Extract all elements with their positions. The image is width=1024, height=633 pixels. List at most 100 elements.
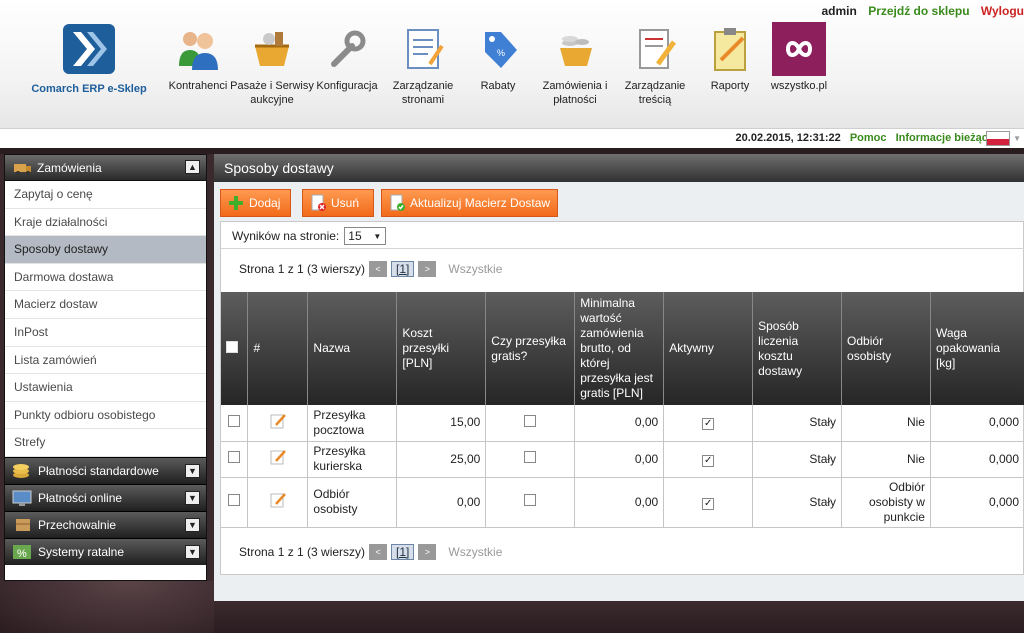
header-hash: #	[247, 292, 309, 405]
nav-zamowienia-platnosci[interactable]: Zamówienia i płatności	[531, 22, 619, 107]
box-icon	[16, 518, 30, 531]
language-dropdown-icon[interactable]: ▼	[1013, 134, 1021, 143]
prev-page-button[interactable]: <	[369, 261, 388, 277]
cell-free	[485, 405, 576, 442]
coins-basket-icon	[548, 22, 602, 76]
sidebar-section-zamowienia[interactable]: Zamówienia ▲	[5, 155, 206, 181]
cell-pickup: Odbiór osobisty w punkcie	[841, 477, 931, 528]
per-page-value: 15	[348, 229, 362, 243]
update-matrix-button[interactable]: Aktualizuj Macierz Dostaw	[381, 189, 558, 217]
cell-free	[485, 477, 576, 528]
table-header-row: # Nazwa Koszt przesyłki [PLN] Czy przesy…	[221, 292, 1024, 405]
news-link[interactable]: Informacje bieżące	[896, 132, 994, 144]
auction-basket-icon	[245, 22, 299, 76]
sidebar-section-systemy-ratalne[interactable]: % Systemy ratalne ▼	[5, 537, 206, 565]
delete-button-label: Usuń	[331, 196, 360, 210]
sidebar-item-darmowa[interactable]: Darmowa dostawa	[5, 263, 206, 292]
sidebar-item-inpost[interactable]: InPost	[5, 318, 206, 347]
header-active[interactable]: Aktywny	[663, 292, 754, 405]
expand-icon[interactable]: ▼	[185, 517, 200, 532]
delete-button[interactable]: Usuń	[302, 189, 374, 217]
sidebar-section-przechowalnie[interactable]: Przechowalnie ▼	[5, 510, 206, 538]
delete-doc-icon	[311, 194, 326, 211]
sidebar-item-sposoby-dostawy[interactable]: Sposoby dostawy	[5, 236, 206, 264]
page-edit-icon	[396, 22, 450, 76]
nav-label: wszystko.pl	[770, 80, 828, 92]
sidebar-item-lista-zamowien[interactable]: Lista zamówień	[5, 346, 206, 375]
wrench-icon	[320, 22, 374, 76]
row-select-cell	[221, 477, 249, 528]
help-link[interactable]: Pomoc	[850, 132, 887, 144]
svg-text:%: %	[497, 48, 505, 58]
background-decoration	[0, 581, 214, 633]
edit-cell	[247, 405, 309, 442]
row-select-cell	[221, 441, 249, 478]
sidebar-section-platnosci-online[interactable]: Płatności online ▼	[5, 483, 206, 511]
expand-icon[interactable]: ▼	[185, 490, 200, 505]
next-page-button[interactable]: >	[418, 261, 437, 277]
logout-link[interactable]: Wylogu	[981, 4, 1024, 18]
header-min-value[interactable]: Minimalna wartość zamówienia brutto, od …	[574, 292, 665, 405]
header-pickup[interactable]: Odbiór osobisty	[841, 292, 931, 405]
edit-cell	[247, 477, 309, 528]
sidebar-item-zapytaj[interactable]: Zapytaj o cenę	[5, 181, 206, 209]
update-matrix-label: Aktualizuj Macierz Dostaw	[410, 196, 551, 210]
go-to-shop-link[interactable]: Przejdź do sklepu	[868, 4, 969, 18]
page-title: Sposoby dostawy	[214, 154, 1024, 182]
nav-konfiguracja[interactable]: Konfiguracja	[303, 22, 391, 93]
table-row: Odbiór osobisty 0,00 0,00 ✓ Stały Odbiór…	[221, 477, 1024, 528]
sidebar-item-strefy[interactable]: Strefy	[5, 429, 206, 457]
row-checkbox[interactable]	[228, 451, 241, 463]
row-checkbox[interactable]	[228, 414, 241, 427]
header-free[interactable]: Czy przesyłka gratis?	[485, 292, 576, 405]
show-all-link[interactable]: Wszystkie	[448, 262, 502, 276]
row-checkbox[interactable]	[228, 494, 241, 506]
top-header: admin Przejdź do sklepu Wylogu Comarch E…	[0, 0, 1024, 128]
sidebar-section-label: Zamówienia	[37, 160, 102, 175]
collapse-icon[interactable]: ▲	[185, 160, 200, 174]
free-checkbox	[524, 494, 537, 506]
add-button[interactable]: Dodaj	[220, 189, 291, 217]
comarch-logo-icon	[63, 24, 115, 74]
sidebar-section-platnosci-standardowe[interactable]: Płatności standardowe ▼	[5, 456, 206, 484]
next-page-button[interactable]: >	[418, 544, 437, 560]
header-method[interactable]: Sposób liczenia kosztu dostawy	[752, 292, 843, 405]
header-cost[interactable]: Koszt przesyłki [PLN]	[396, 292, 487, 405]
edit-icon[interactable]	[269, 412, 287, 430]
discount-tag-icon: %	[471, 22, 525, 76]
shipping-truck-icon	[14, 163, 31, 175]
page-1-link[interactable]: [1]	[391, 544, 415, 560]
sidebar-item-macierz[interactable]: Macierz dostaw	[5, 291, 206, 319]
edit-icon[interactable]	[269, 491, 287, 509]
sidebar-section-label: Systemy ratalne	[38, 544, 125, 559]
per-page-select[interactable]: 15 ▼	[344, 227, 387, 245]
nav-label: Rabaty	[480, 80, 516, 92]
plus-icon	[229, 196, 243, 210]
select-all-checkbox[interactable]	[226, 340, 238, 353]
cell-weight: 0,000	[930, 477, 1024, 528]
sidebar-item-ustawienia[interactable]: Ustawienia	[5, 374, 206, 402]
header-weight[interactable]: Waga opakowania [kg]	[930, 292, 1024, 405]
sidebar-item-punkty-odbioru[interactable]: Punkty odbioru osobistego	[5, 401, 206, 430]
expand-icon[interactable]: ▼	[185, 463, 200, 478]
nav-label: Zamówienia i płatności	[542, 80, 608, 106]
pl-flag-icon[interactable]	[986, 131, 1010, 146]
prev-page-button[interactable]: <	[369, 544, 388, 560]
results-panel: Wyników na stronie: 15 ▼ Strona 1 z 1 (3 …	[220, 221, 1024, 575]
active-checkbox: ✓	[702, 497, 715, 510]
show-all-link[interactable]: Wszystkie	[448, 545, 502, 559]
info-bar: 20.02.2015, 12:31:22 Pomoc Informacje bi…	[0, 128, 1024, 148]
nav-rabaty[interactable]: % Rabaty	[454, 22, 542, 93]
comarch-logo[interactable]: Comarch ERP e-Sklep	[30, 22, 148, 95]
cell-free	[485, 441, 576, 478]
sidebar-item-kraje[interactable]: Kraje działalności	[5, 208, 206, 237]
edit-icon[interactable]	[269, 448, 287, 466]
percent-icon: %	[13, 544, 31, 560]
expand-icon[interactable]: ▼	[185, 544, 200, 559]
active-checkbox: ✓	[702, 418, 715, 431]
header-name[interactable]: Nazwa	[307, 292, 398, 405]
cell-name: Przesyłka kurierska	[307, 441, 398, 478]
cell-method: Stały	[752, 441, 843, 478]
nav-wszystko[interactable]: wszystko.pl	[755, 22, 843, 93]
page-1-link[interactable]: [1]	[391, 261, 415, 277]
